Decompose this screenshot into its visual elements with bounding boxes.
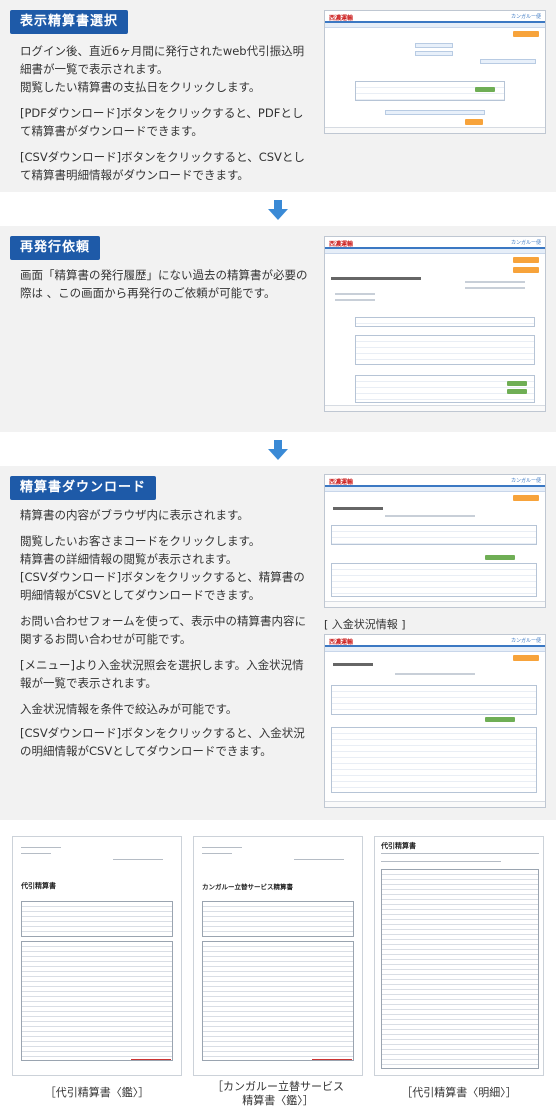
screenshot-reissue: 西濃運輸 カンガルー便 — [324, 236, 546, 412]
screenshot-statement-detail: 西濃運輸 カンガルー便 — [324, 474, 546, 608]
screenshot-caption: [ 入金状況情報 ] — [324, 618, 406, 631]
down-arrow-icon — [268, 440, 288, 460]
paragraph: [メニュー]より入金状況照会を選択します。入金状況情報が一覧で表示されます。 — [20, 658, 304, 690]
brand-label: カンガルー便 — [510, 478, 541, 484]
section-statement-download: 精算書ダウンロード 精算書の内容がブラウザ内に表示されます。 閲覧したいお客さま… — [0, 466, 556, 820]
paragraph: 精算書の内容がブラウザ内に表示されます。 — [20, 508, 249, 522]
section-title: 表示精算書選択 — [10, 10, 129, 34]
logo: 西濃運輸 — [329, 15, 354, 22]
brand-label: カンガルー便 — [510, 240, 541, 246]
section-select-statement: 表示精算書選択 ログイン後、直近6ヶ月間に発行されたweb代引振込明細書が一覧で… — [0, 0, 556, 192]
section-title: 再発行依頼 — [10, 236, 101, 260]
paragraph: 画面「精算書の発行履歴」にない過去の精算書が必要の際は 、この画面から再発行のご… — [20, 268, 308, 300]
document-cod-statement-detail: 代引精算書 — [374, 836, 544, 1076]
logo: 西濃運輸 — [329, 479, 354, 486]
document-caption: ［代引精算書〈明細〉］ — [401, 1086, 517, 1099]
doc-title: 代引精算書 — [21, 882, 56, 890]
paragraph: 閲覧したいお客さまコードをクリックします。 精算書の詳細情報の閲覧が表示されます… — [20, 534, 305, 602]
paragraph: [CSVダウンロード]ボタンをクリックすると、CSVとして精算書明細情報がダウン… — [20, 150, 305, 182]
paragraph: [PDFダウンロード]ボタンをクリックすると、PDFとして精算書がダウンロードで… — [20, 106, 304, 138]
screenshot-payment-status: 西濃運輸 カンガルー便 — [324, 634, 546, 808]
brand-label: カンガルー便 — [510, 14, 541, 20]
down-arrow-icon — [268, 200, 288, 220]
document-caption: ［カンガルー立替サービス 精算書〈鑑〉］ — [212, 1080, 344, 1107]
document-caption: ［代引精算書〈鑑〉］ — [44, 1086, 150, 1099]
logo: 西濃運輸 — [329, 639, 354, 646]
section-reissue-request: 再発行依頼 画面「精算書の発行履歴」にない過去の精算書が必要の際は 、この画面か… — [0, 226, 556, 432]
paragraph: ログイン後、直近6ヶ月間に発行されたweb代引振込明細書が一覧で表示されます。 … — [20, 44, 305, 94]
brand-label: カンガルー便 — [510, 638, 541, 644]
logo: 西濃運輸 — [329, 241, 354, 248]
screenshot-statement-list: 西濃運輸 カンガルー便 — [324, 10, 546, 134]
paragraph: 入金状況情報を条件で絞込みが可能です。 — [20, 702, 238, 716]
paragraph: [CSVダウンロード]ボタンをクリックすると、入金状況の明細情報がCSVとしてダ… — [20, 726, 305, 758]
document-cod-statement-summary: 代引精算書 — [12, 836, 182, 1076]
doc-title: カンガルー立替サービス精算書 — [202, 883, 293, 891]
doc-title: 代引精算書 — [381, 842, 416, 850]
section-title: 精算書ダウンロード — [10, 476, 157, 500]
document-kangaroo-statement-summary: カンガルー立替サービス精算書 — [193, 836, 363, 1076]
paragraph: お問い合わせフォームを使って、表示中の精算書内容に関するお問い合わせが可能です。 — [20, 614, 307, 646]
